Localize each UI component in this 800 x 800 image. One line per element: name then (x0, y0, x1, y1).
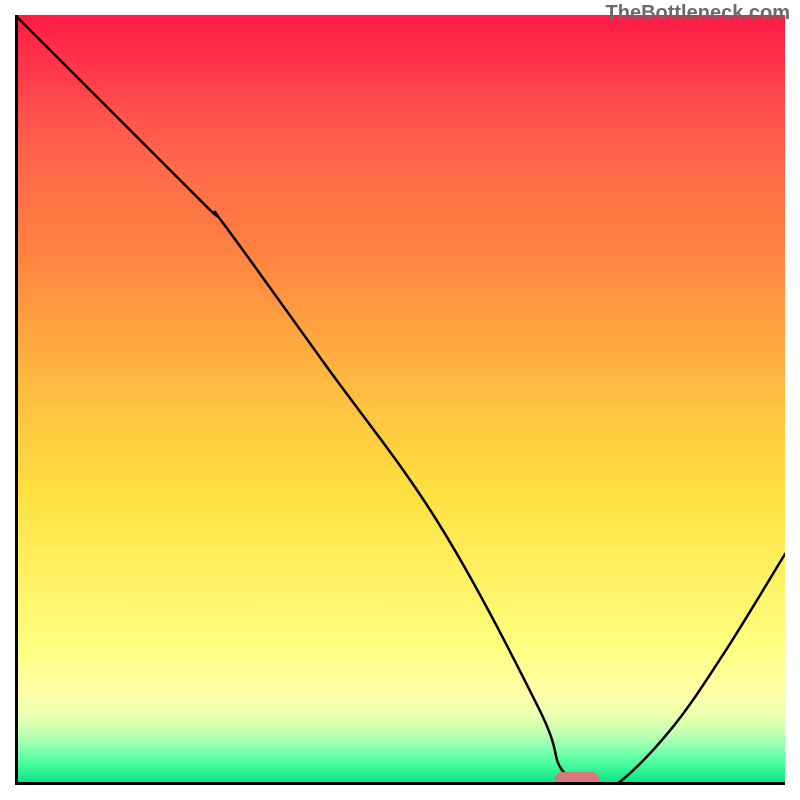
y-axis (15, 15, 18, 785)
bottleneck-curve (15, 15, 785, 785)
plot-area (15, 15, 785, 785)
chart-container: TheBottleneck.com (0, 0, 800, 800)
x-axis (15, 782, 785, 785)
watermark-text: TheBottleneck.com (606, 2, 790, 25)
